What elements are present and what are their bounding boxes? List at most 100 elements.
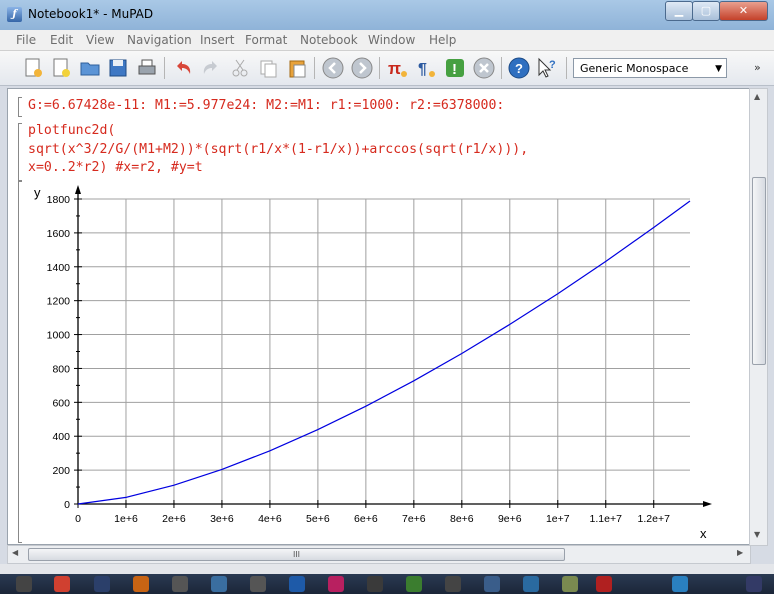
print-icon[interactable]	[135, 56, 159, 80]
cut-icon[interactable]	[228, 56, 252, 80]
mupad-icon: ƒ	[7, 7, 22, 22]
stop-icon[interactable]	[472, 56, 496, 80]
font-select[interactable]: Generic Monospace ▼	[573, 58, 727, 78]
menu-window[interactable]: Window	[368, 33, 415, 47]
x-axis-label: x	[700, 526, 707, 541]
new-notebook-icon[interactable]	[21, 56, 45, 80]
x-tick-label: 5e+6	[306, 513, 330, 525]
input-region-2-line-1[interactable]: plotfunc2d(	[28, 123, 115, 138]
title-bar[interactable]: ƒ Notebook1* - MuPAD ▁ ▢ ✕	[0, 0, 774, 30]
excel-icon[interactable]	[406, 576, 422, 592]
toolbar-separator	[314, 57, 315, 79]
series-line	[77, 200, 691, 505]
symbol-icon[interactable]: ¶	[414, 56, 438, 80]
maximize-button[interactable]: ▢	[692, 1, 720, 21]
menu-insert[interactable]: Insert	[200, 33, 234, 47]
x-tick-label: 8e+6	[450, 513, 474, 525]
taskbar	[0, 574, 774, 594]
minimize-button[interactable]: ▁	[665, 1, 693, 21]
y-axis-label: y	[34, 185, 41, 200]
vertical-scrollbar[interactable]: ▲ ▼	[749, 88, 768, 546]
toolbar: π ¶ ! ? ? Generic Monospace ▼ »	[0, 51, 774, 86]
y-axis-arrow	[75, 185, 81, 194]
x-tick-label: 4e+6	[258, 513, 282, 525]
menu-edit[interactable]: Edit	[50, 33, 73, 47]
toolbar-separator	[164, 57, 165, 79]
copy-icon[interactable]	[256, 56, 280, 80]
x-tick-label: 3e+6	[210, 513, 234, 525]
menu-bar: File Edit View Navigation Insert Format …	[0, 30, 774, 51]
toolbar-separator	[566, 57, 567, 79]
open-folder-icon[interactable]	[78, 56, 102, 80]
app-icon[interactable]	[250, 576, 266, 592]
input-bracket[interactable]	[18, 123, 22, 181]
context-help-icon[interactable]: ?	[535, 56, 559, 80]
plot-axes	[74, 185, 712, 508]
notebook-document[interactable]: G:=6.67428e-11: M1:=5.977e24: M2:=M1: r1…	[7, 88, 751, 545]
y-tick-label: 1400	[47, 262, 71, 274]
menu-notebook[interactable]: Notebook	[300, 33, 358, 47]
input-region-1[interactable]: G:=6.67428e-11: M1:=5.977e24: M2:=M1: r1…	[28, 98, 504, 113]
font-select-value: Generic Monospace	[580, 62, 689, 75]
undo-icon[interactable]	[171, 56, 195, 80]
svg-text:¶: ¶	[418, 61, 427, 78]
app-icon[interactable]	[562, 576, 578, 592]
scroll-right-icon[interactable]: ▶	[737, 548, 743, 557]
start-icon[interactable]	[16, 576, 32, 592]
save-icon[interactable]	[106, 56, 130, 80]
forward-icon[interactable]	[350, 56, 374, 80]
paste-icon[interactable]	[285, 56, 309, 80]
input-region-2-line-3[interactable]: x=0..2*r2) #x=r2, #y=t	[28, 160, 203, 175]
y-tick-label: 1600	[47, 228, 71, 240]
menu-help[interactable]: Help	[429, 33, 456, 47]
toolbar-separator	[501, 57, 502, 79]
photoshop-icon[interactable]	[289, 576, 305, 592]
vertical-scroll-thumb[interactable]	[752, 177, 766, 365]
horizontal-scroll-thumb[interactable]: III	[28, 548, 565, 561]
x-tick-label: 1e+7	[546, 513, 570, 525]
svg-text:!: !	[452, 61, 457, 78]
app-icon[interactable]	[596, 576, 612, 592]
pi-evaluate-icon[interactable]: π	[385, 56, 409, 80]
help-icon[interactable]: ?	[507, 56, 531, 80]
mupad-window: ƒ Notebook1* - MuPAD ▁ ▢ ✕ File Edit Vie…	[0, 0, 774, 594]
menu-navigation[interactable]: Navigation	[127, 33, 192, 47]
app-icon[interactable]	[445, 576, 461, 592]
scroll-up-icon[interactable]: ▲	[754, 92, 760, 101]
close-button[interactable]: ✕	[719, 1, 768, 21]
plot-curve	[77, 200, 691, 505]
scroll-grip: III	[292, 550, 301, 559]
app-icon[interactable]	[672, 576, 688, 592]
redo-icon[interactable]	[199, 56, 223, 80]
illustrator-icon[interactable]	[133, 576, 149, 592]
app-icon[interactable]	[746, 576, 762, 592]
input-bracket[interactable]	[18, 97, 22, 117]
after-effects-icon[interactable]	[94, 576, 110, 592]
browser-icon[interactable]	[54, 576, 70, 592]
y-tick-label: 1200	[47, 296, 71, 308]
scroll-down-icon[interactable]: ▼	[754, 530, 760, 539]
new-document-icon[interactable]	[49, 56, 73, 80]
app-icon[interactable]	[523, 576, 539, 592]
menu-format[interactable]: Format	[245, 33, 287, 47]
scroll-left-icon[interactable]: ◀	[12, 548, 18, 557]
plot-output[interactable]: 0 1e+6 2e+6 3e+6 4e+6 5e+6 6e+6 7e+6 8e+6 9e+6 1e+…	[16, 184, 746, 544]
y-tick-label: 200	[52, 465, 70, 477]
app-icon[interactable]	[172, 576, 188, 592]
input-region-2-line-2[interactable]: sqrt(x^3/2/G/(M1+M2))*(sqrt(r1/x*(1-r1/x…	[28, 142, 528, 157]
app-icon[interactable]	[211, 576, 227, 592]
app-icon[interactable]	[367, 576, 383, 592]
horizontal-scrollbar[interactable]: ◀ III ▶	[7, 545, 751, 564]
menu-file[interactable]: File	[16, 33, 36, 47]
menu-view[interactable]: View	[86, 33, 114, 47]
app-icon[interactable]	[484, 576, 500, 592]
x-tick-label: 9e+6	[498, 513, 522, 525]
back-icon[interactable]	[321, 56, 345, 80]
x-tick-label: 1.2e+7	[638, 513, 671, 525]
toolbar-overflow-button[interactable]: »	[754, 61, 761, 74]
evaluate-icon[interactable]: !	[443, 56, 467, 80]
plot-grid	[78, 198, 690, 504]
toolbar-separator	[379, 57, 380, 79]
x-tick-label: 0	[75, 513, 81, 525]
indesign-icon[interactable]	[328, 576, 344, 592]
